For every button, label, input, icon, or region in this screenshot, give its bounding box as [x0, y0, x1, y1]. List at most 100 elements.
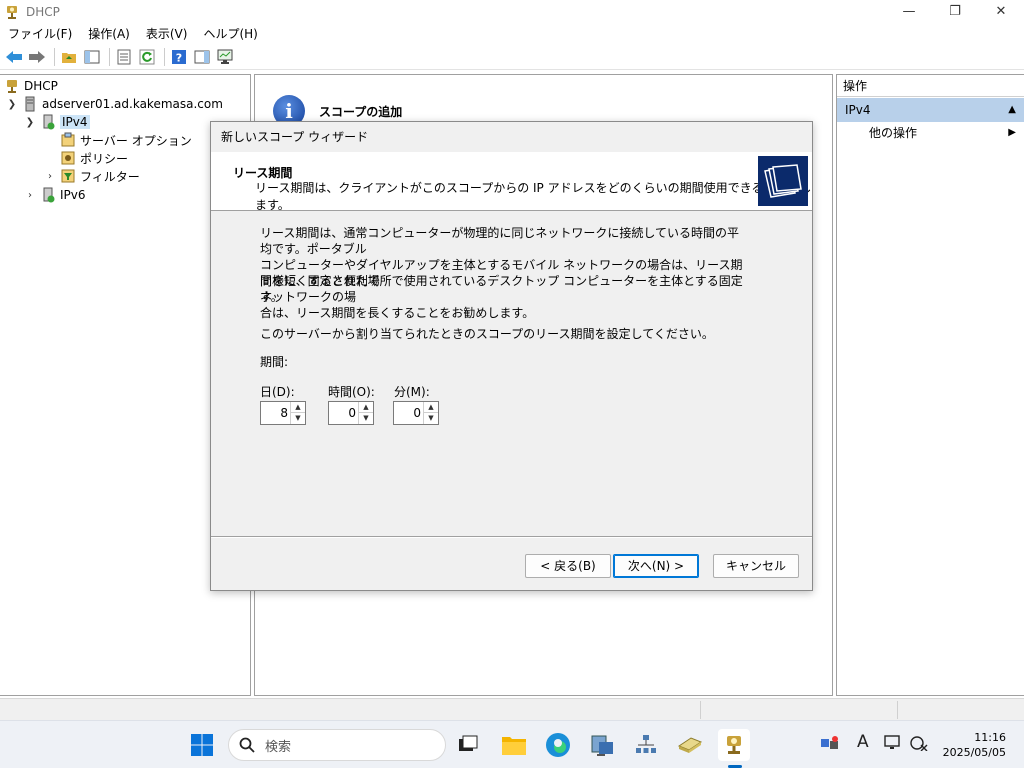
days-label: 日(D):: [260, 385, 295, 399]
action-section-label: IPv4: [845, 103, 871, 117]
clock-date: 2025/05/05: [942, 746, 1006, 759]
forward-arrow-icon[interactable]: [27, 47, 47, 67]
minutes-spinner[interactable]: 0 ▲ ▼: [393, 401, 439, 425]
minutes-label: 分(M):: [394, 385, 430, 399]
network-tool-icon[interactable]: [630, 729, 662, 761]
action-pane: 操作 IPv4 ▲ 他の操作 ▶: [836, 74, 1024, 696]
chevron-right-icon[interactable]: ›: [44, 171, 56, 182]
dns-tool-icon[interactable]: [674, 729, 706, 761]
filter-icon: [61, 169, 75, 183]
title-bar: DHCP — ❐ ✕: [0, 0, 1024, 23]
action-pane-header: 操作: [837, 75, 1024, 97]
tree-node-ipv6[interactable]: › IPv6: [24, 186, 86, 204]
dhcp-taskbar-icon[interactable]: [718, 729, 750, 761]
tree-label: IPv4: [60, 115, 90, 129]
ipv4-icon: [43, 114, 55, 130]
tree-node-policies[interactable]: ポリシー: [60, 149, 128, 167]
spin-down-icon[interactable]: ▼: [359, 413, 373, 424]
status-divider: [897, 701, 898, 719]
hours-spinner[interactable]: 0 ▲ ▼: [328, 401, 374, 425]
properties-icon[interactable]: [114, 47, 134, 67]
back-button[interactable]: < 戻る(B): [525, 554, 611, 578]
refresh-icon[interactable]: [137, 47, 157, 67]
toolbar-separator: [54, 48, 55, 66]
status-bar: [0, 698, 1024, 720]
maximize-button[interactable]: ❐: [932, 0, 978, 23]
chevron-down-icon[interactable]: ❯: [24, 117, 36, 128]
menu-action[interactable]: 操作(A): [80, 23, 138, 45]
menu-bar: ファイル(F) 操作(A) 表示(V) ヘルプ(H): [0, 23, 1024, 45]
server-icon: [25, 96, 35, 112]
days-spinner[interactable]: 8 ▲ ▼: [260, 401, 306, 425]
tree-label: IPv6: [60, 188, 86, 202]
tree-label: DHCP: [24, 79, 58, 93]
svg-text:?: ?: [176, 52, 182, 65]
tree-node-dhcp[interactable]: DHCP: [4, 77, 58, 95]
taskbar-search-input[interactable]: 検索: [228, 729, 446, 761]
minimize-button[interactable]: —: [886, 0, 932, 23]
submenu-arrow-icon: ▶: [1008, 127, 1016, 138]
action-pane-icon[interactable]: [192, 47, 212, 67]
tree-node-filters[interactable]: › フィルター: [44, 167, 140, 185]
action-other-actions[interactable]: 他の操作 ▶: [837, 122, 1024, 144]
action-section-ipv4[interactable]: IPv4 ▲: [837, 98, 1024, 122]
text-line: リース期間は、通常コンピューターが物理的に同じネットワークに接続している時間の平…: [260, 226, 740, 256]
server-manager-icon[interactable]: [586, 729, 618, 761]
hours-label: 時間(O):: [328, 385, 375, 399]
days-input[interactable]: 8: [261, 402, 291, 424]
tree-node-server[interactable]: ❯ adserver01.ad.kakemasa.com: [6, 95, 223, 113]
up-folder-icon[interactable]: [59, 47, 79, 67]
chevron-down-icon[interactable]: ❯: [6, 99, 18, 110]
chevron-right-icon[interactable]: ›: [24, 190, 36, 201]
menu-view[interactable]: 表示(V): [138, 23, 196, 45]
menu-file[interactable]: ファイル(F): [0, 23, 80, 45]
file-explorer-icon[interactable]: [498, 729, 530, 761]
wizard-body: リース期間は、通常コンピューターが物理的に同じネットワークに接続している時間の平…: [211, 212, 812, 536]
ipv6-icon: [43, 187, 55, 203]
console-tree-icon[interactable]: [82, 47, 102, 67]
spin-down-icon[interactable]: ▼: [291, 413, 305, 424]
hours-input[interactable]: 0: [329, 402, 359, 424]
spin-up-icon[interactable]: ▲: [359, 402, 373, 413]
search-icon: [239, 737, 255, 753]
edge-browser-icon[interactable]: [542, 729, 574, 761]
menu-help[interactable]: ヘルプ(H): [195, 23, 265, 45]
toolbar-separator: [164, 48, 165, 66]
close-button[interactable]: ✕: [978, 0, 1024, 23]
taskbar: 検索 A 11:16 2025/05/05: [0, 720, 1024, 768]
collapse-up-icon[interactable]: ▲: [1008, 98, 1016, 122]
back-arrow-icon[interactable]: [4, 47, 24, 67]
tree-label: サーバー オプション: [80, 133, 192, 148]
text-line: 同様に、固定された場所で使用されているデスクトップ コンピューターを主体とする固…: [260, 274, 743, 304]
spin-up-icon[interactable]: ▲: [424, 402, 438, 413]
server-options-icon: [61, 132, 75, 147]
network-status-icon[interactable]: [910, 735, 928, 755]
monitor-icon[interactable]: [215, 47, 235, 67]
center-title: スコープの追加: [319, 105, 403, 119]
dhcp-icon: [7, 80, 17, 93]
task-view-icon[interactable]: [452, 729, 484, 761]
search-placeholder: 検索: [265, 739, 292, 755]
wizard-step-description: リース期間は、クライアントがこのスコープからの IP アドレスをどのくらいの期間…: [255, 181, 812, 212]
cancel-button[interactable]: キャンセル: [713, 554, 799, 578]
system-clock[interactable]: 11:16 2025/05/05: [943, 730, 1006, 760]
tree-node-ipv4[interactable]: ❯ IPv4: [24, 113, 90, 131]
help-icon[interactable]: ?: [169, 47, 189, 67]
tree-node-server-options[interactable]: サーバー オプション: [60, 131, 192, 149]
spin-up-icon[interactable]: ▲: [291, 402, 305, 413]
policy-icon: [61, 151, 75, 165]
explanation-paragraph-2: 同様に、固定された場所で使用されているデスクトップ コンピューターを主体とする固…: [260, 273, 750, 321]
new-scope-wizard-dialog: 新しいスコープ ウィザード リース期間 リース期間は、クライアントがこのスコープ…: [210, 121, 813, 591]
windows-start-icon[interactable]: [186, 729, 218, 761]
spin-down-icon[interactable]: ▼: [424, 413, 438, 424]
minutes-input[interactable]: 0: [394, 402, 424, 424]
display-icon[interactable]: [884, 735, 902, 755]
dhcp-app-icon: [7, 5, 17, 19]
tray-apps-icon[interactable]: [820, 735, 840, 755]
folders-icon: [758, 156, 808, 206]
ime-indicator[interactable]: A: [857, 732, 869, 752]
wizard-header: リース期間 リース期間は、クライアントがこのスコープからの IP アドレスをどの…: [211, 152, 812, 212]
window-title: DHCP: [26, 4, 60, 19]
next-button[interactable]: 次へ(N) >: [613, 554, 699, 578]
toolbar: ?: [0, 45, 1024, 70]
